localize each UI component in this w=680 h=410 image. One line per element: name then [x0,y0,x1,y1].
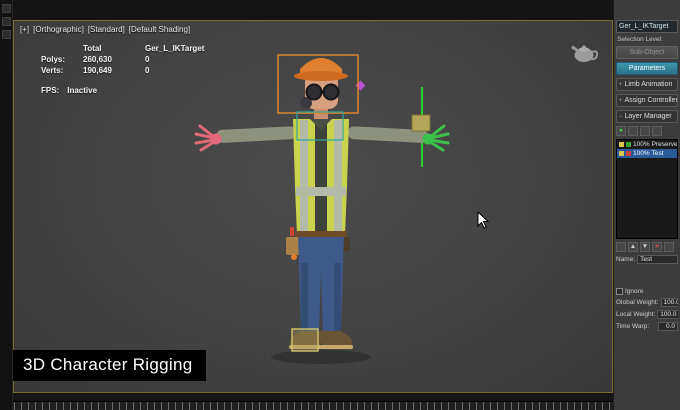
ignore-row: Ignore [616,288,678,295]
viewport-menu-standard[interactable]: [Standard] [88,25,125,34]
teapot-icon [571,45,599,62]
folder-icon[interactable] [616,242,626,252]
stats-row-fps: FPS: Inactive [41,85,204,96]
command-panel: Ger_L_IKTarget Selection Level: Sub-Obje… [613,0,680,410]
glasses [305,83,323,101]
layer-row[interactable]: 100% Test [617,149,677,158]
rollout-label: Assign Controller [624,97,678,104]
parameters-button[interactable]: Parameters [616,62,678,75]
timeline-ruler[interactable] [0,401,613,410]
toolbar-button-icon[interactable] [1,30,11,39]
delete-layer-icon[interactable]: × [652,242,662,252]
local-weight-field[interactable]: 100.0 [657,310,678,319]
head-rig-marker[interactable] [355,80,366,91]
layer-option-icon[interactable] [628,126,638,136]
stats-label: FPS: [41,86,60,95]
name-value-field[interactable]: Test [637,255,678,264]
stats-label: Polys: [41,55,66,64]
viewport-menu-plus[interactable]: [+] [20,25,29,34]
viewport-menu: [+] [Orthographic] [Standard] [Default S… [20,25,190,34]
ignore-label: Ignore [625,288,644,295]
local-weight-row: Local Weight: 100.0 [616,310,678,319]
toolbar-button-icon[interactable] [1,4,11,13]
character-model[interactable] [164,37,484,377]
record-icon[interactable]: ● [616,126,626,136]
layer-name-row: Name: Test [616,255,678,264]
stats-value: 260,630 [83,55,112,64]
stats-value: 190,649 [83,66,112,75]
left-hand-rig-control[interactable] [194,124,222,152]
toolbar-button-icon[interactable] [1,17,11,26]
stats-col-selection: Ger_L_IKTarget [145,44,205,53]
top-bar [13,0,613,20]
layer-row[interactable]: 100% Preserve... [617,140,677,149]
arrow-up-icon[interactable]: ▲ [628,242,638,252]
lamp-icon [619,151,624,156]
layer-name: Preserve... [651,141,677,148]
local-weight-label: Local Weight: [616,311,656,318]
layer-list[interactable]: 100% Preserve... 100% Test [616,139,678,239]
layer-toolbar-bottom: ▲ ▼ × [616,242,678,252]
stats-col-total: Total [83,44,102,53]
layer-type-icon [626,142,631,147]
layer-weight: 100% [633,141,650,148]
global-weight-field[interactable]: 100.0 [660,298,678,307]
stats-value: 0 [145,66,150,75]
ground-shadow [271,350,371,364]
object-name-field[interactable]: Ger_L_IKTarget [616,20,678,33]
arrow-down-icon[interactable]: ▼ [640,242,650,252]
ignore-checkbox[interactable] [616,288,623,295]
time-warp-field[interactable]: 0.0 [658,322,678,331]
sub-object-button[interactable]: Sub-Object [616,46,678,59]
panel-spacer [616,267,678,285]
stats-value: Inactive [67,86,98,95]
rollout-label: Layer Manager [624,113,672,120]
viewport[interactable]: [+] [Orthographic] [Standard] [Default S… [13,20,613,393]
rollout-limb-animation[interactable]: + Limb Animation [616,78,678,91]
stats-row-verts: Verts: 190,649 0 [41,65,204,76]
mouse-cursor [477,211,489,229]
pants [298,237,344,333]
lamp-icon [619,142,624,147]
track-bar [13,393,613,401]
character-head [294,58,366,119]
rollout-label: Limb Animation [624,81,673,88]
stats-row-polys: Polys: 260,630 0 [41,54,204,65]
stats-header-row: Total Ger_L_IKTarget [41,43,204,54]
layer-option-icon[interactable] [640,126,650,136]
viewport-menu-shading[interactable]: [Default Shading] [129,25,190,34]
global-weight-label: Global Weight: [616,299,659,306]
layer-type-icon [626,151,631,156]
stats-label: Verts: [41,66,64,75]
time-warp-label: Time Warp: [616,323,650,330]
layer-toolbar-top: ● [616,126,678,136]
left-toolbar [0,0,13,410]
stats-empty-cell [41,43,77,54]
time-warp-row: Time Warp: 0.0 [616,322,678,331]
plus-icon: + [619,81,623,88]
foot-rig-box[interactable] [291,328,319,352]
minus-icon: − [619,113,623,120]
viewport-menu-view[interactable]: [Orthographic] [33,25,84,34]
caption-title: 3D Character Rigging [13,350,207,381]
rollout-assign-controller[interactable]: + Assign Controller [616,94,678,107]
wrist-rig-box[interactable] [411,114,431,132]
layer-name: Test [651,150,664,157]
name-label: Name: [616,256,636,263]
layer-option-icon[interactable] [664,242,674,252]
rollout-layer-manager[interactable]: − Layer Manager [616,110,678,123]
global-weight-row: Global Weight: 100.0 [616,298,678,307]
layer-weight: 100% [633,150,650,157]
layer-option-icon[interactable] [652,126,662,136]
safety-vest [293,119,349,235]
stats-value: 0 [145,55,150,64]
viewport-statistics: Total Ger_L_IKTarget Polys: 260,630 0 Ve… [41,43,204,96]
plus-icon: + [619,97,623,104]
selection-level-label: Selection Level: [617,36,663,43]
